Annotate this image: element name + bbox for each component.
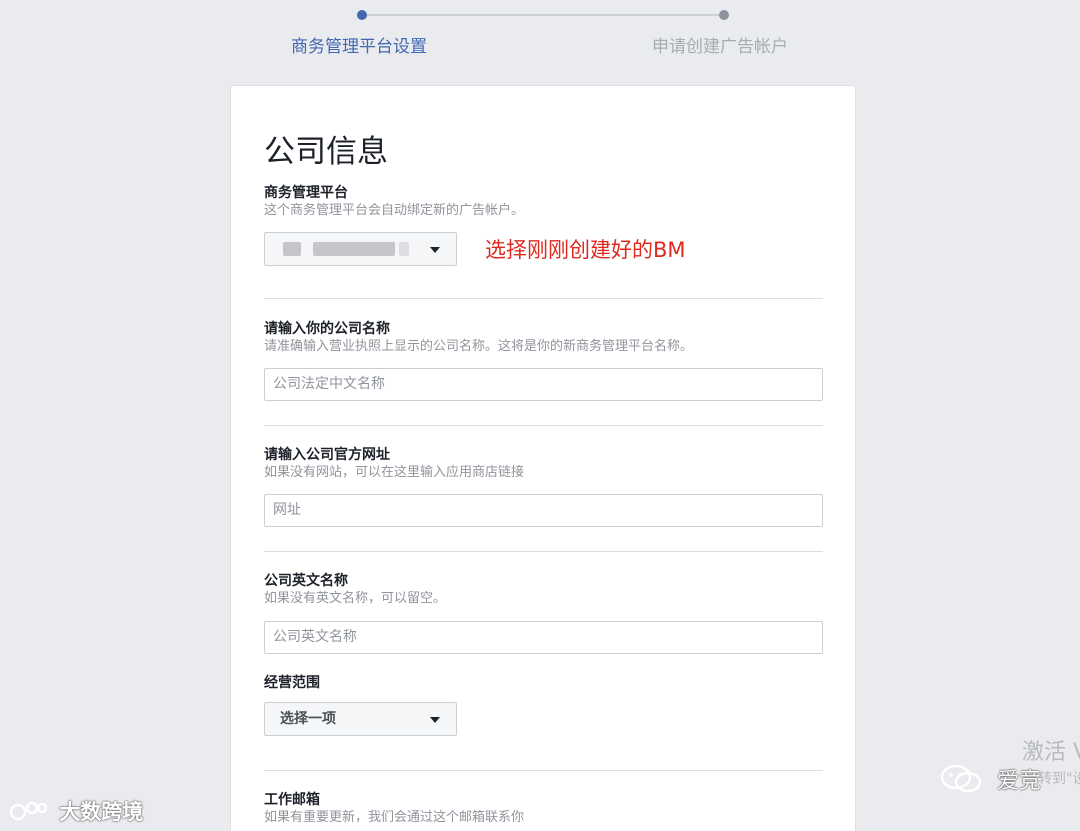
- blurred-value: [399, 242, 409, 256]
- watermark-left: 大数跨境: [8, 796, 143, 826]
- work-email-label: 工作邮箱: [264, 792, 320, 808]
- step-dot-active: [357, 10, 367, 20]
- business-manager-description: 这个商务管理平台会自动绑定新的广告帐户。: [264, 203, 525, 218]
- progress-stepper: 商务管理平台设置 申请创建广告帐户: [0, 0, 1080, 70]
- watermark-left-text: 大数跨境: [59, 800, 144, 824]
- work-email-section: 工作邮箱 如果有重要更新，我们会通过这个邮箱联系你: [264, 791, 823, 827]
- activate-windows-subtext: 转到"设: [1038, 771, 1080, 787]
- business-scope-label: 经营范围: [264, 675, 320, 691]
- company-info-card: 公司信息 商务管理平台 这个商务管理平台会自动绑定新的广告帐户。 选择刚刚创建好…: [230, 85, 856, 831]
- business-scope-select[interactable]: 选择一项: [264, 702, 457, 736]
- divider: [264, 425, 823, 426]
- english-name-section: 公司英文名称 如果没有英文名称，可以留空。: [264, 572, 823, 608]
- watermark-right-text: 爱竞: [997, 769, 1042, 794]
- company-name-section: 请输入你的公司名称 请准确输入营业执照上显示的公司名称。这将是你的新商务管理平台…: [264, 320, 823, 356]
- activate-windows-text: 激活 V: [1022, 740, 1080, 765]
- stepper-track: [362, 14, 724, 16]
- brand-logo-icon: [8, 799, 48, 828]
- english-name-label: 公司英文名称: [264, 573, 348, 589]
- business-manager-select[interactable]: [264, 232, 457, 266]
- blurred-value: [283, 242, 301, 256]
- website-description: 如果没有网站，可以在这里输入应用商店链接: [264, 465, 525, 480]
- business-manager-section: 商务管理平台 这个商务管理平台会自动绑定新的广告帐户。: [264, 184, 823, 220]
- english-name-description: 如果没有英文名称，可以留空。: [264, 591, 447, 606]
- step-dot-inactive: [719, 10, 729, 20]
- english-name-input[interactable]: 公司英文名称: [264, 621, 823, 654]
- divider: [264, 551, 823, 552]
- divider: [264, 298, 823, 299]
- watermark-right: 爱竞: [940, 763, 1041, 800]
- wechat-icon: [940, 764, 984, 800]
- work-email-description: 如果有重要更新，我们会通过这个邮箱联系你: [264, 810, 525, 825]
- website-section: 请输入公司官方网址 如果没有网站，可以在这里输入应用商店链接: [264, 446, 823, 482]
- step-label-create-ad-account: 申请创建广告帐户: [652, 37, 788, 57]
- chevron-down-icon: [430, 247, 440, 253]
- chevron-down-icon: [430, 717, 440, 723]
- business-scope-selected-value: 选择一项: [280, 711, 336, 727]
- blurred-value: [313, 242, 395, 256]
- website-input[interactable]: 网址: [264, 494, 823, 527]
- page-title: 公司信息: [264, 134, 388, 170]
- company-name-description: 请准确输入营业执照上显示的公司名称。这将是你的新商务管理平台名称。: [264, 339, 694, 354]
- business-scope-section: 经营范围: [264, 674, 823, 692]
- business-manager-label: 商务管理平台: [264, 185, 348, 201]
- company-name-label: 请输入你的公司名称: [264, 321, 390, 337]
- website-label: 请输入公司官方网址: [264, 447, 390, 463]
- step-label-business-settings[interactable]: 商务管理平台设置: [291, 32, 427, 57]
- company-name-input[interactable]: 公司法定中文名称: [264, 368, 823, 401]
- annotation-note: 选择刚刚创建好的BM: [485, 238, 686, 262]
- divider: [264, 770, 823, 771]
